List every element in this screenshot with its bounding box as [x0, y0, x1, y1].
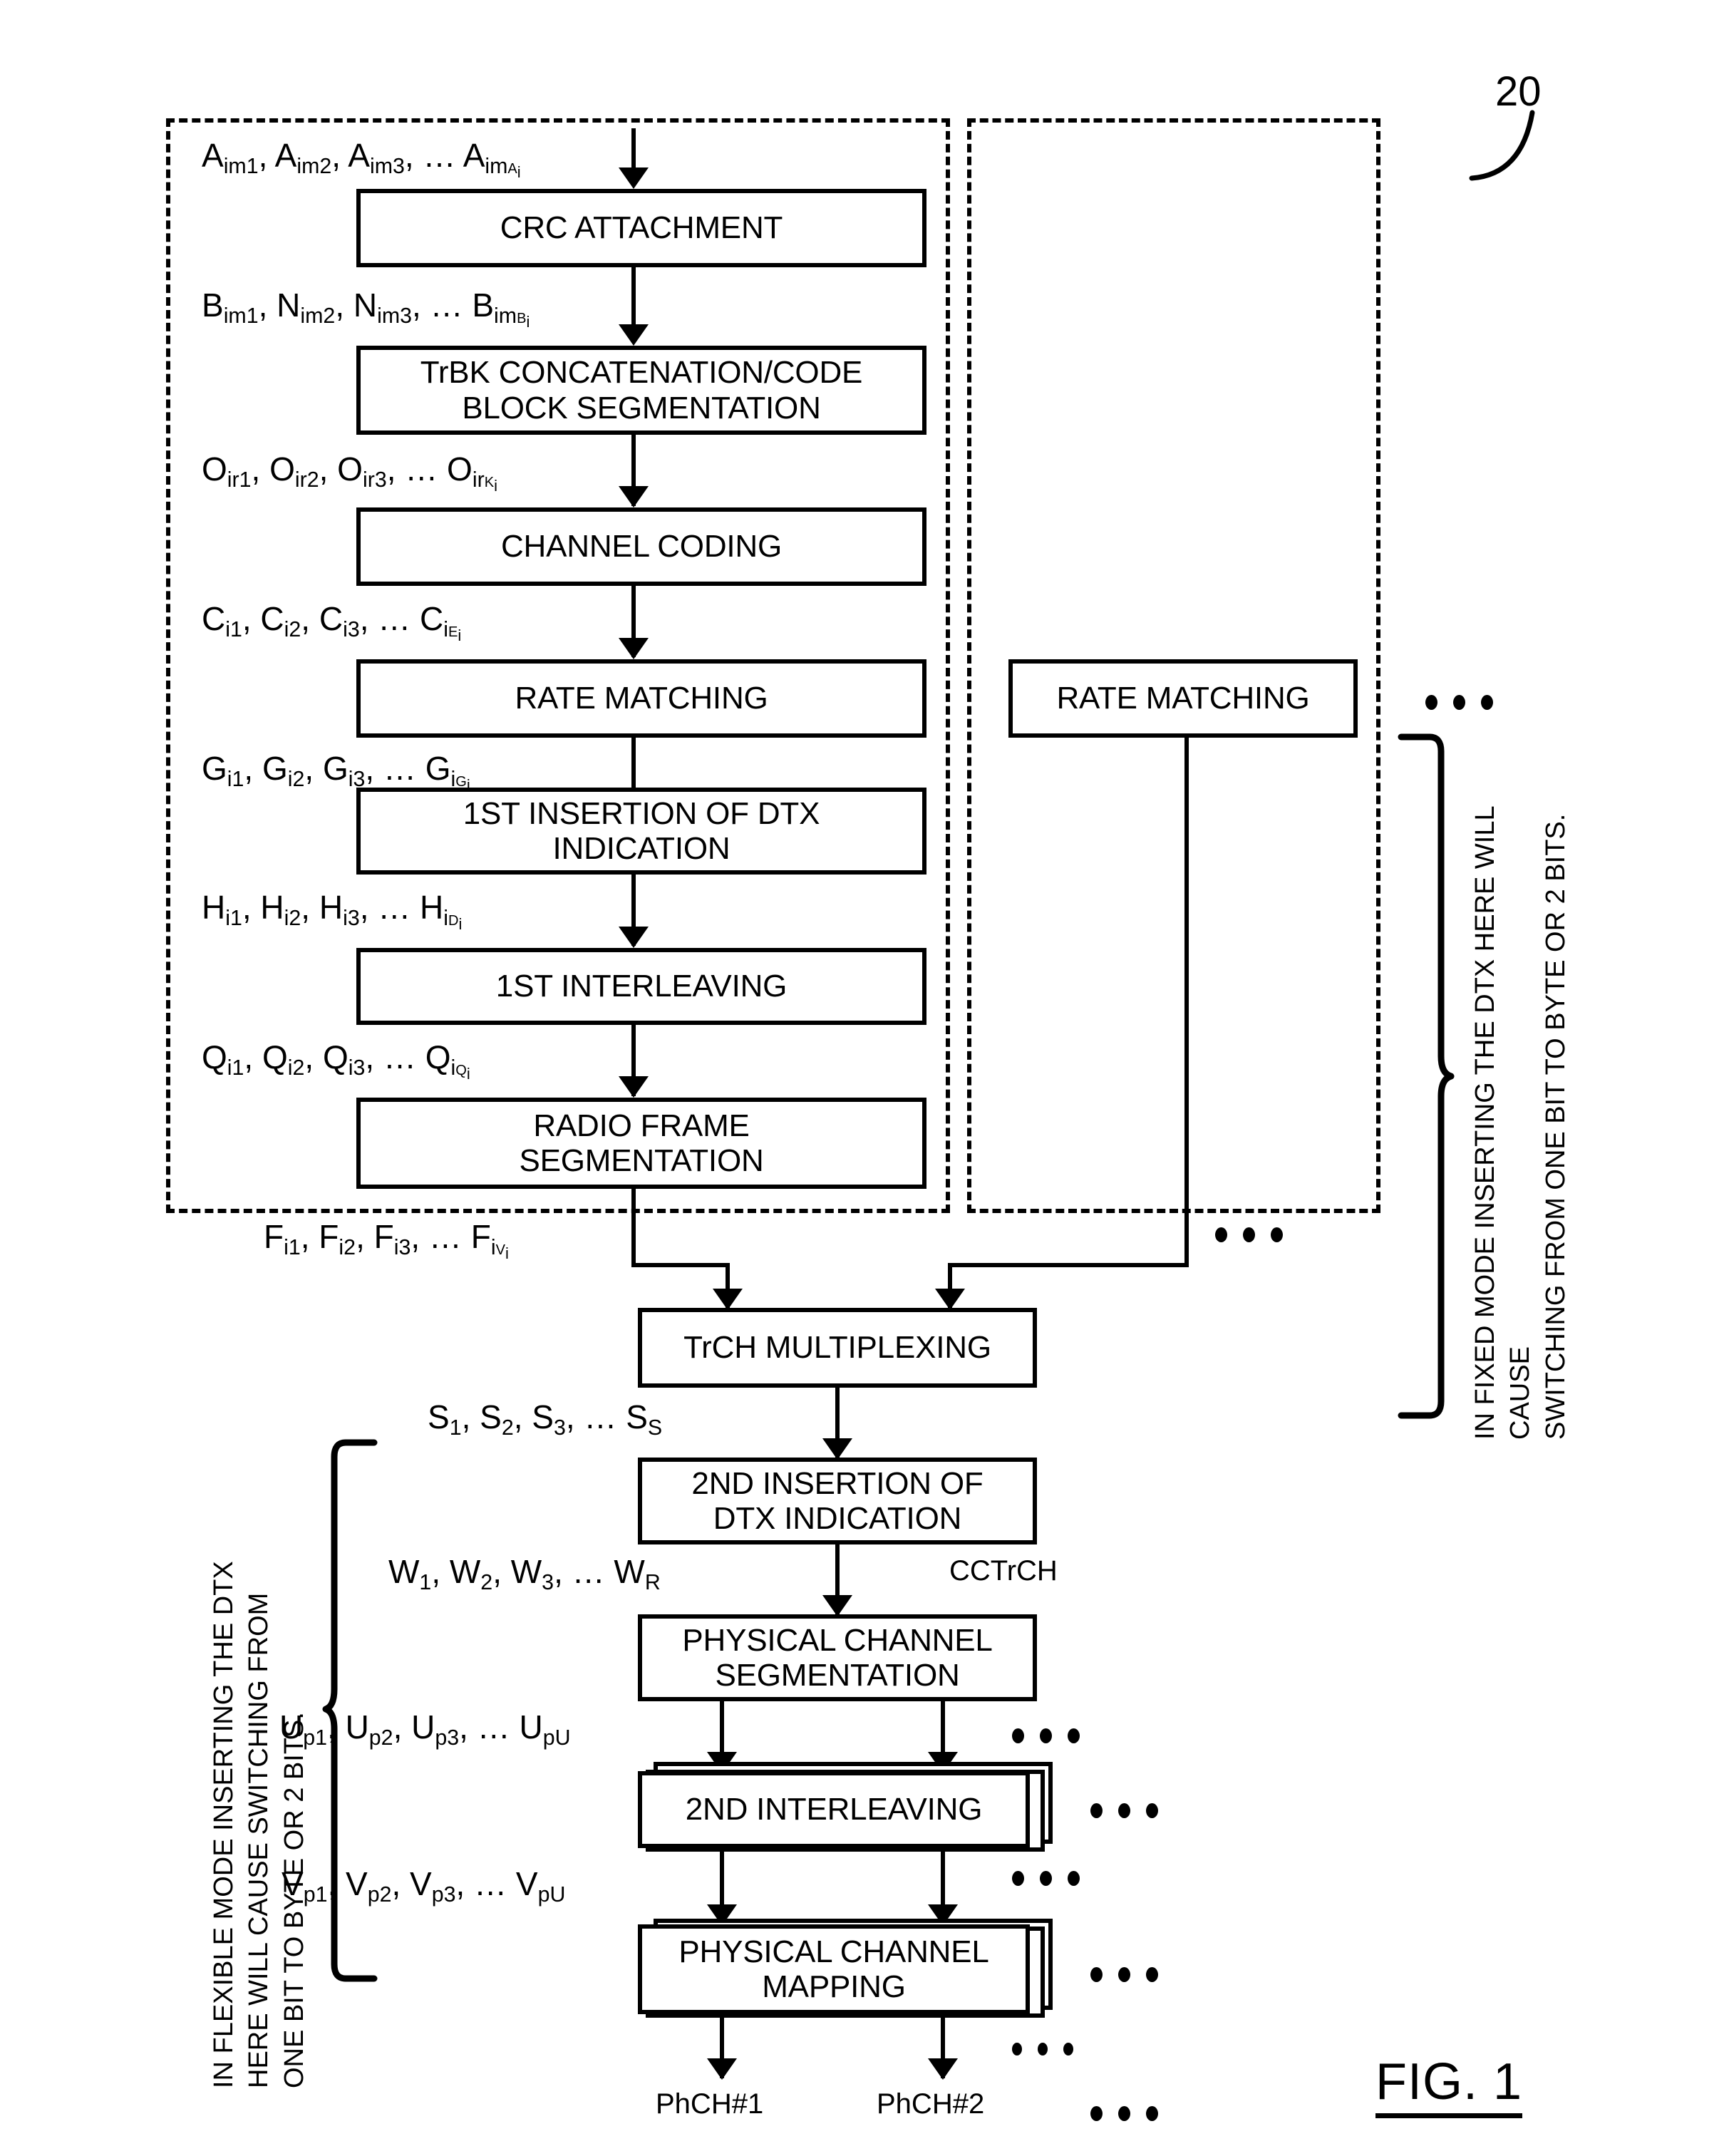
left-brace: [322, 1439, 378, 1982]
right-brace: [1398, 733, 1455, 1419]
signal-label-w: W1, W2, W3, … WR: [388, 1553, 661, 1595]
arrowhead-into-trbk: [619, 324, 649, 346]
block-second-dtx-line1: 2ND INSERTION OF: [691, 1465, 984, 1501]
signal-label-h: Hi1, Hi2, Hi3, … HiDi: [202, 889, 463, 933]
block-second-interleaving-label: 2ND INTERLEAVING: [685, 1792, 983, 1827]
arrowhead-phch1: [707, 2058, 737, 2080]
signal-label-f: Fi1, Fi2, Fi3, … FiVi: [264, 1218, 509, 1262]
figure-caption: FIG. 1: [1375, 2053, 1523, 2118]
block-first-dtx-line1: 1ST INSERTION OF DTX: [463, 795, 820, 831]
block-second-interleaving[interactable]: 2ND INTERLEAVING: [638, 1771, 1030, 1848]
ellipsis-second-interleaving-row: [1090, 1803, 1158, 1818]
signal-label-u: Up1, Up2, Up3, … UpU: [279, 1708, 571, 1750]
block-trch-mux-label: TrCH MULTIPLEXING: [683, 1330, 991, 1366]
block-trch-multiplexing[interactable]: TrCH MULTIPLEXING: [638, 1308, 1037, 1388]
block-radio-frame-segmentation[interactable]: RADIO FRAME SEGMENTATION: [356, 1098, 926, 1189]
right-side-note: IN FIXED MODE INSERTING THE DTX HERE WIL…: [1470, 806, 1571, 1440]
block-channel-coding-label: CHANNEL CODING: [500, 529, 783, 564]
block-rate-matching-label: RATE MATCHING: [515, 681, 768, 716]
block-trbk-line2: BLOCK SEGMENTATION: [462, 390, 821, 425]
block-physical-channel-mapping[interactable]: PHYSICAL CHANNEL MAPPING: [638, 1924, 1030, 2014]
block-trbk-concatenation[interactable]: TrBK CONCATENATION/CODE BLOCK SEGMENTATI…: [356, 346, 926, 435]
connector-rfs-down: [631, 1189, 636, 1267]
ellipsis-phch-arrows: [1012, 2043, 1073, 2056]
signal-label-g: Gi1, Gi2, Gi3, … GiGi: [202, 750, 470, 794]
label-cctrch: CCTrCH: [949, 1555, 1058, 1587]
connector-merge-horizontal-left: [631, 1263, 730, 1267]
block-first-interleaving-label: 1ST INTERLEAVING: [495, 969, 788, 1004]
reference-lead-line: [1469, 110, 1535, 181]
label-phch2: PhCH#2: [877, 2088, 985, 2120]
signal-label-a: Aim1, Aim2, Aim3, … AimAi: [202, 137, 521, 181]
ellipsis-phchseg-branches: [1012, 1728, 1080, 1743]
block-crc-attachment-label: CRC ATTACHMENT: [500, 210, 783, 246]
arrowhead-into-phchseg: [822, 1595, 852, 1616]
arrowhead-into-crc: [619, 167, 649, 189]
connector-merge-horizontal-right: [948, 1263, 1189, 1267]
block-phchseg-line2: SEGMENTATION: [715, 1658, 960, 1693]
block-first-dtx-line2: INDICATION: [552, 831, 731, 866]
arrowhead-mux-left: [713, 1289, 743, 1310]
signal-label-c: Ci1, Ci2, Ci3, … CiEi: [202, 600, 462, 644]
block-rate-matching[interactable]: RATE MATCHING: [356, 659, 926, 738]
label-phch1: PhCH#1: [656, 2088, 764, 2120]
block-phch-map-line2: MAPPING: [762, 1969, 906, 2004]
block-physical-channel-segmentation[interactable]: PHYSICAL CHANNEL SEGMENTATION: [638, 1614, 1037, 1701]
signal-label-b: Bim1, Nim2, Nim3, … BimBi: [202, 287, 530, 331]
block-first-dtx-insertion[interactable]: 1ST INSERTION OF DTX INDICATION: [356, 788, 926, 875]
block-rfs-line2: SEGMENTATION: [519, 1143, 764, 1178]
ellipsis-phch-labels: [1090, 2106, 1158, 2121]
block-rfs-line1: RADIO FRAME: [533, 1108, 750, 1143]
signal-label-q: Qi1, Qi2, Qi3, … QiQi: [202, 1038, 470, 1083]
arrowhead-into-coding: [619, 486, 649, 507]
block-second-dtx-insertion[interactable]: 2ND INSERTION OF DTX INDICATION: [638, 1458, 1037, 1544]
block-channel-coding[interactable]: CHANNEL CODING: [356, 507, 926, 586]
block-rate-matching-second-label: RATE MATCHING: [1056, 681, 1310, 716]
arrowhead-phch2: [928, 2058, 958, 2080]
arrowhead-into-interleave1: [619, 927, 649, 948]
arrowhead-into-rate-matching: [619, 638, 649, 659]
block-crc-attachment[interactable]: CRC ATTACHMENT: [356, 189, 926, 267]
ellipsis-map-branches: [1012, 1871, 1080, 1886]
block-second-dtx-line2: DTX INDICATION: [713, 1501, 962, 1536]
ellipsis-merge-row: [1215, 1227, 1283, 1242]
block-rate-matching-second[interactable]: RATE MATCHING: [1008, 659, 1358, 738]
arrowhead-mux-right: [935, 1289, 965, 1310]
signal-label-o: Oir1, Oir2, Oir3, … OirKi: [202, 450, 497, 495]
block-trbk-line1: TrBK CONCATENATION/CODE: [420, 355, 863, 391]
connector-second-branch-down: [1184, 738, 1189, 1265]
arrowhead-into-dtx2: [822, 1438, 852, 1460]
ellipsis-mapping-row: [1090, 1967, 1158, 1982]
signal-label-s: S1, S2, S3, … SS: [428, 1398, 663, 1440]
arrowhead-into-rfs: [619, 1076, 649, 1098]
block-first-interleaving[interactable]: 1ST INTERLEAVING: [356, 948, 926, 1025]
block-phchseg-line1: PHYSICAL CHANNEL: [682, 1622, 993, 1658]
block-phch-map-line1: PHYSICAL CHANNEL: [678, 1934, 989, 1969]
left-side-note: IN FLEXIBLE MODE INSERTING THE DTX HERE …: [209, 1561, 309, 2088]
ellipsis-rate-matching-row: [1425, 695, 1493, 710]
